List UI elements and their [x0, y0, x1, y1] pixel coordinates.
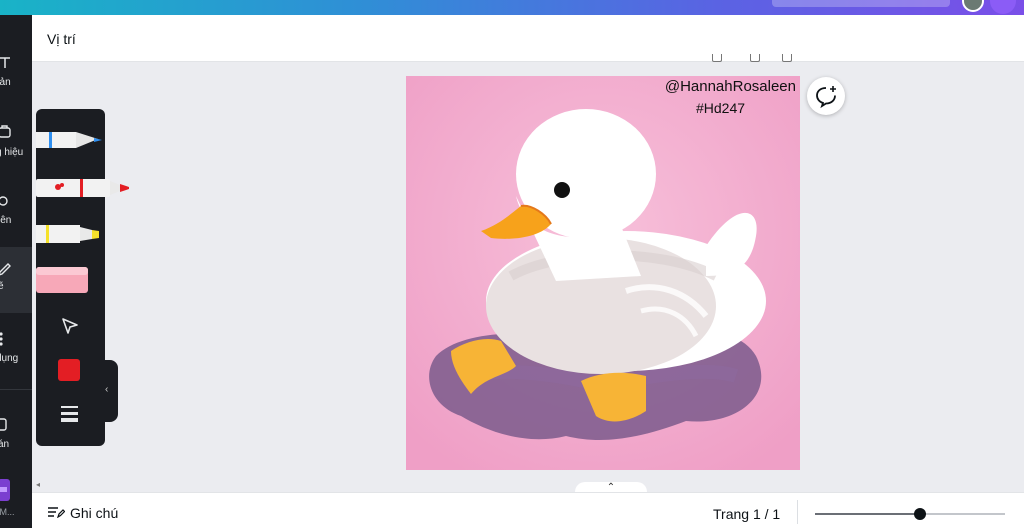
sidebar-item-label: bản	[0, 77, 11, 88]
duplicate-icon[interactable]	[750, 54, 760, 62]
highlighter-tool[interactable]	[36, 217, 105, 251]
apps-icon	[0, 332, 3, 346]
comment-plus-icon	[816, 86, 836, 109]
sidebar-item-label: án	[0, 439, 10, 450]
text-icon	[0, 57, 10, 68]
highlighter-icon	[36, 225, 99, 243]
sidebar-divider	[0, 389, 32, 390]
sidebar-item-label: g M...	[0, 507, 15, 517]
bottom-bar: Ghi chú Trang 1 / 1	[32, 492, 1024, 528]
pen-tool[interactable]	[36, 123, 105, 157]
brand-icon	[0, 125, 11, 138]
sidebar-item-projects[interactable]: án	[0, 417, 32, 477]
sidebar-item-label: ẽ	[0, 281, 4, 292]
sidebar-item-magic-app[interactable]: g M...	[0, 479, 32, 528]
account-avatar[interactable]	[990, 0, 1016, 14]
projects-icon	[0, 418, 7, 431]
cursor-arrow-icon	[62, 318, 78, 334]
stroke-weight-tool[interactable]	[36, 403, 105, 425]
marker-icon	[36, 179, 129, 197]
page-title[interactable]: Vị trí	[47, 31, 76, 47]
page-tools	[710, 54, 800, 66]
watermark-tag: #Hd247	[696, 100, 746, 116]
elements-icon	[0, 196, 8, 206]
marker-tool[interactable]	[36, 171, 129, 205]
sidebar-item-label: iên	[0, 215, 12, 226]
select-tool[interactable]	[36, 314, 105, 340]
notes-label: Ghi chú	[70, 505, 119, 521]
top-gradient-bar	[0, 0, 1024, 15]
duck-illustration	[406, 76, 800, 470]
header-bar: Vị trí	[32, 15, 1024, 62]
sidebar-item-text[interactable]: bản	[0, 55, 32, 115]
watermark-handle: @HannahRosaleen	[664, 78, 796, 95]
page-indicator[interactable]: Trang 1 / 1	[713, 506, 780, 522]
current-color-swatch	[58, 359, 80, 381]
draw-toolbar	[36, 109, 129, 446]
top-search-box[interactable]	[772, 0, 950, 7]
design-artwork[interactable]: @HannahRosaleen #Hd247	[406, 76, 800, 470]
magic-app-icon	[0, 479, 10, 501]
collapse-toolbar-button[interactable]: ‹	[100, 360, 118, 422]
sidebar-item-apps[interactable]: dụng	[0, 331, 32, 391]
sidebar-item-draw[interactable]: ẽ	[0, 247, 32, 313]
sidebar-item-label: dụng	[0, 353, 19, 364]
add-page-icon[interactable]	[782, 54, 792, 62]
zoom-slider-handle[interactable]	[913, 508, 926, 520]
zoom-slider-fill	[815, 513, 920, 515]
color-picker[interactable]	[36, 359, 105, 383]
chevron-left-icon: ‹	[105, 384, 109, 395]
pen-icon	[36, 132, 102, 148]
menu-lines-icon	[61, 406, 78, 422]
avatar[interactable]	[962, 0, 984, 12]
zoom-slider[interactable]	[815, 508, 1005, 520]
sidebar-item-label: g hiệu	[0, 147, 24, 158]
divider	[797, 500, 798, 524]
sidebar-item-elements[interactable]: iên	[0, 193, 32, 253]
sidebar-item-brand[interactable]: g hiệu	[0, 123, 32, 183]
left-sidebar: bản g hiệu iên ẽ dụng án g M...	[0, 15, 32, 528]
lock-icon[interactable]	[712, 54, 722, 62]
draw-icon	[0, 263, 11, 276]
notes-icon	[48, 507, 65, 518]
eraser-icon	[36, 267, 88, 293]
add-comment-button[interactable]	[807, 77, 845, 115]
scroll-left-arrow[interactable]: ◂	[36, 480, 40, 489]
eraser-tool[interactable]	[36, 264, 105, 296]
